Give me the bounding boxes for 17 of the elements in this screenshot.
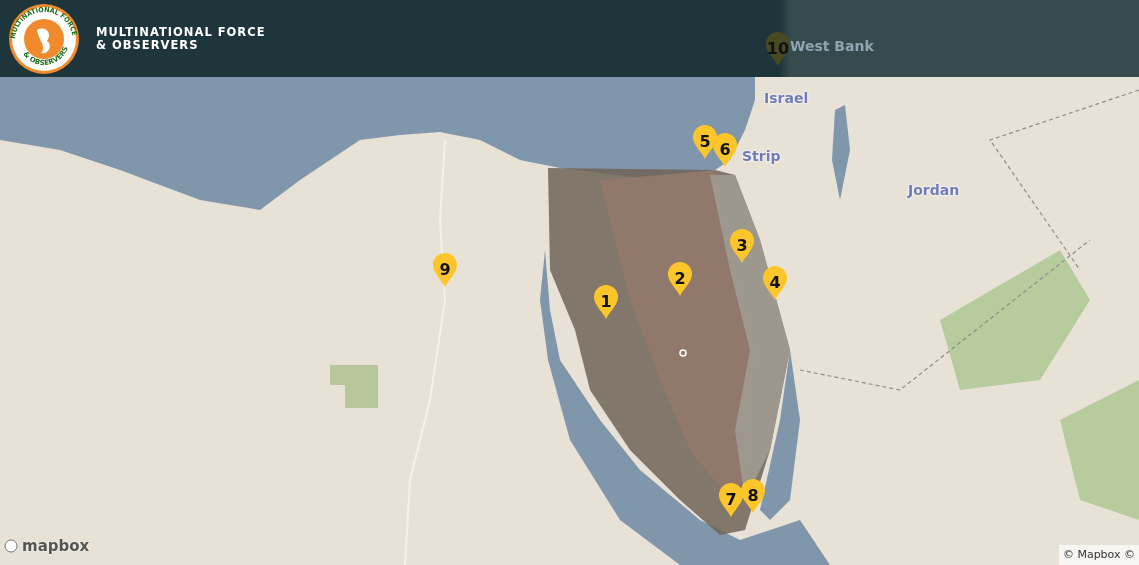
map-marker[interactable]: 4: [762, 265, 788, 301]
map-marker[interactable]: 7: [718, 482, 744, 518]
mapbox-wordmark: mapbox: [22, 535, 90, 557]
map-marker[interactable]: 9: [432, 252, 458, 288]
map-marker[interactable]: 2: [667, 261, 693, 297]
map-region-label: Israel: [764, 89, 809, 108]
map-marker[interactable]: 3: [729, 228, 755, 264]
mapbox-mark-icon: [4, 538, 18, 553]
map-region-label: Jordan: [908, 181, 960, 200]
organization-name: MULTINATIONAL FORCE & OBSERVERS: [96, 25, 266, 52]
map-marker[interactable]: 8: [740, 478, 766, 514]
map-marker[interactable]: 6: [712, 132, 738, 168]
mapbox-logo[interactable]: mapbox: [4, 534, 90, 557]
map-region-label: West Bank: [790, 37, 874, 56]
map-marker[interactable]: 1: [593, 284, 619, 320]
center-point-icon: [678, 348, 688, 358]
map-region-label: Strip: [742, 147, 781, 166]
